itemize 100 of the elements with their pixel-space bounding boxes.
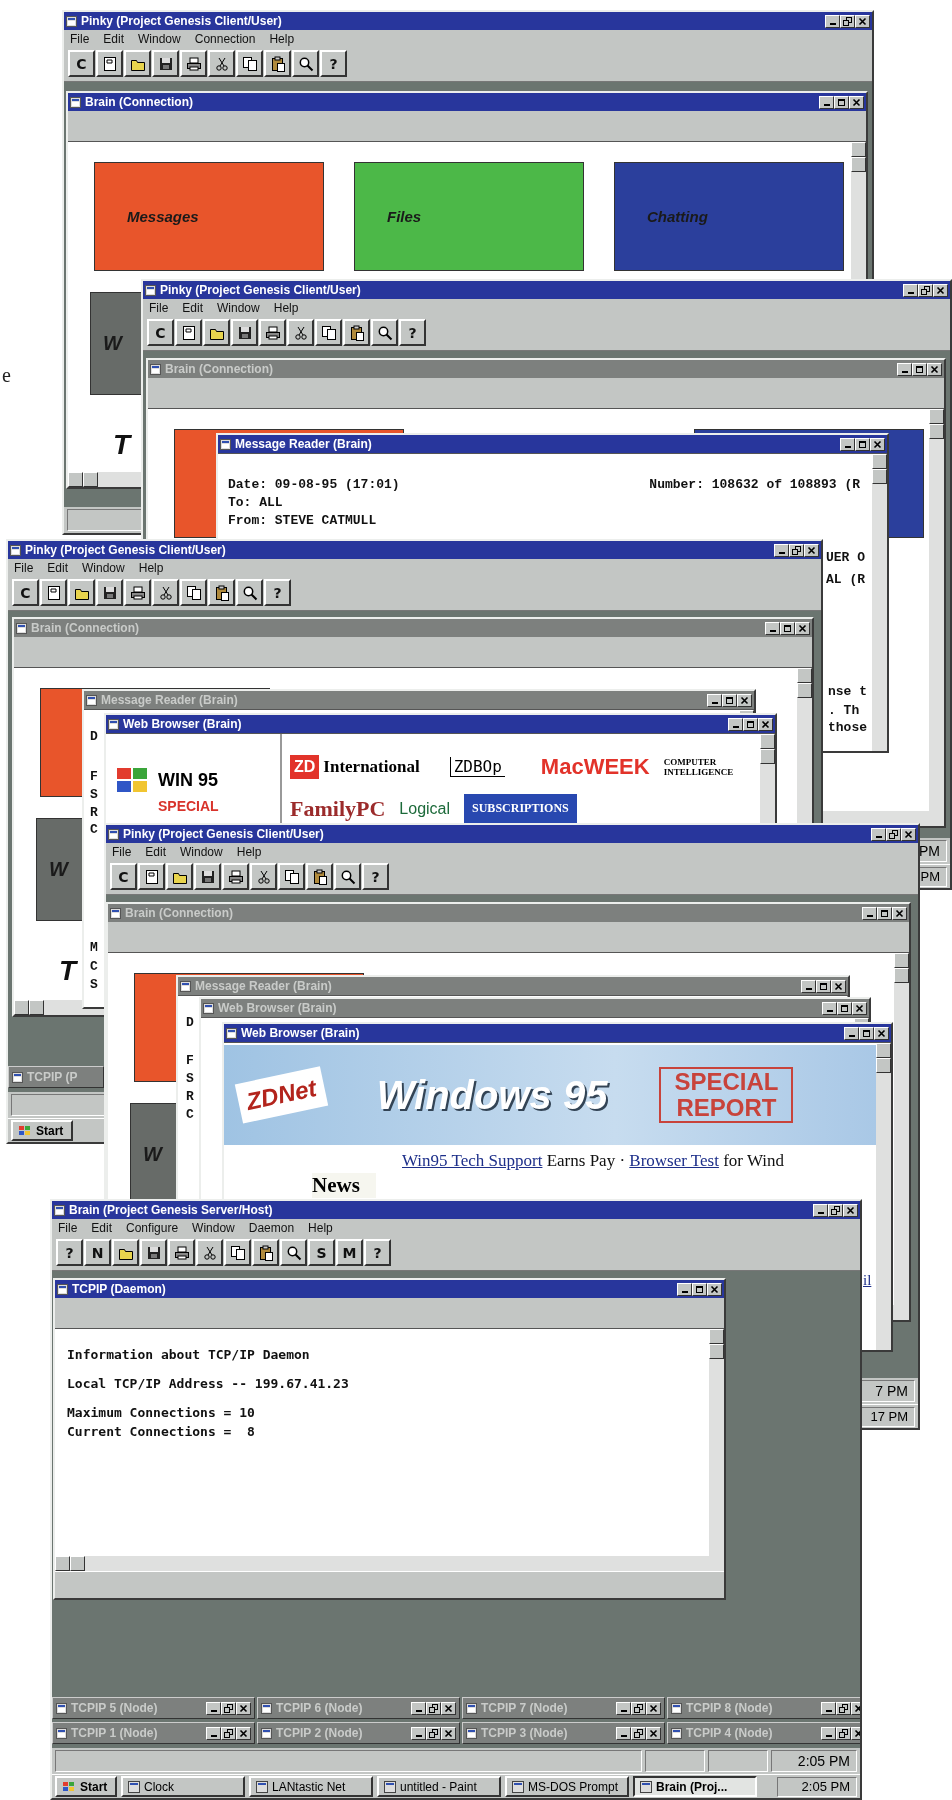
toolbar-button[interactable]: [236, 50, 263, 77]
close-button[interactable]: [236, 1726, 251, 1740]
minimize-button[interactable]: [844, 1026, 859, 1040]
toolbar-button[interactable]: [96, 579, 123, 606]
minimize-button[interactable]: [206, 1701, 221, 1715]
toolbar-button[interactable]: [175, 319, 202, 346]
restore-button[interactable]: [631, 1701, 646, 1715]
close-button[interactable]: [843, 1203, 858, 1217]
toolbar-button[interactable]: C: [12, 579, 39, 606]
minimize-button[interactable]: [821, 1701, 836, 1715]
toolbar-button[interactable]: ?: [399, 319, 426, 346]
maximize-button[interactable]: [859, 1026, 874, 1040]
maximize-button[interactable]: [816, 979, 831, 993]
vertical-scrollbar[interactable]: [709, 1329, 724, 1556]
restore-button[interactable]: [840, 14, 855, 28]
menu-item[interactable]: File: [14, 561, 34, 575]
close-button[interactable]: [441, 1701, 456, 1715]
menu-item[interactable]: Daemon: [248, 1221, 295, 1235]
toolbar-button[interactable]: [180, 50, 207, 77]
start-button[interactable]: Start: [11, 1120, 73, 1141]
close-button[interactable]: [737, 693, 752, 707]
vertical-scrollbar[interactable]: [929, 409, 944, 811]
taskbar-button[interactable]: LANtastic Net: [249, 1776, 373, 1797]
link[interactable]: Win95 Tech Support: [402, 1151, 543, 1170]
restore-button[interactable]: [836, 1701, 851, 1715]
maximize-button[interactable]: [743, 717, 758, 731]
menu-item[interactable]: Window: [192, 1221, 235, 1235]
toolbar-button[interactable]: M: [336, 1239, 363, 1266]
menu-item[interactable]: Help: [236, 845, 262, 859]
restore-button[interactable]: [886, 827, 901, 841]
menu-item[interactable]: Window: [217, 301, 260, 315]
minimize-button[interactable]: [677, 1282, 692, 1296]
restore-button[interactable]: [221, 1701, 236, 1715]
toolbar-button[interactable]: [140, 1239, 167, 1266]
close-button[interactable]: [927, 362, 942, 376]
close-button[interactable]: [646, 1701, 661, 1715]
minimize-button[interactable]: [825, 14, 840, 28]
taskbar-button[interactable]: Brain (Proj...: [633, 1776, 757, 1797]
close-button[interactable]: [874, 1026, 889, 1040]
close-button[interactable]: [852, 1001, 867, 1015]
toolbar-button[interactable]: [40, 579, 67, 606]
toolbar-button[interactable]: [224, 1239, 251, 1266]
toolbar-button[interactable]: [138, 863, 165, 890]
toolbar-button[interactable]: [264, 50, 291, 77]
toolbar-button[interactable]: [292, 50, 319, 77]
menu-tile[interactable]: Messages: [94, 162, 324, 271]
close-button[interactable]: [804, 543, 819, 557]
menu-item[interactable]: Window: [82, 561, 125, 575]
menu-item[interactable]: Edit: [145, 845, 167, 859]
toolbar-button[interactable]: [208, 579, 235, 606]
menu-item[interactable]: Window: [138, 32, 181, 46]
taskbar-button[interactable]: untitled - Paint: [377, 1776, 501, 1797]
menu-tile[interactable]: Files: [354, 162, 584, 271]
menu-item[interactable]: Edit: [91, 1221, 113, 1235]
maximize-button[interactable]: [692, 1282, 707, 1296]
minimize-button[interactable]: [822, 1001, 837, 1015]
toolbar-button[interactable]: ?: [362, 863, 389, 890]
toolbar-button[interactable]: [252, 1239, 279, 1266]
maximize-button[interactable]: [912, 362, 927, 376]
toolbar-button[interactable]: [236, 579, 263, 606]
close-button[interactable]: [758, 717, 773, 731]
toolbar-button[interactable]: [152, 50, 179, 77]
restore-button[interactable]: [426, 1701, 441, 1715]
toolbar-button[interactable]: [112, 1239, 139, 1266]
menu-item[interactable]: Edit: [47, 561, 69, 575]
menu-item[interactable]: File: [112, 845, 132, 859]
link[interactable]: SUBSCRIPTIONS: [464, 794, 577, 823]
maximize-button[interactable]: [834, 95, 849, 109]
toolbar-button[interactable]: [208, 50, 235, 77]
minimize-button[interactable]: [616, 1726, 631, 1740]
maximize-button[interactable]: [837, 1001, 852, 1015]
close-button[interactable]: [831, 979, 846, 993]
menu-item[interactable]: Help: [308, 1221, 333, 1235]
menu-item[interactable]: Edit: [182, 301, 204, 315]
toolbar-button[interactable]: [194, 863, 221, 890]
vertical-scrollbar[interactable]: [872, 454, 887, 751]
close-button[interactable]: [855, 14, 870, 28]
maximize-button[interactable]: [855, 437, 870, 451]
toolbar-button[interactable]: [280, 1239, 307, 1266]
restore-button[interactable]: [426, 1726, 441, 1740]
toolbar-button[interactable]: [96, 50, 123, 77]
restore-button[interactable]: [828, 1203, 843, 1217]
toolbar-button[interactable]: ?: [364, 1239, 391, 1266]
toolbar-button[interactable]: C: [147, 319, 174, 346]
taskbar-button[interactable]: Clock: [121, 1776, 245, 1797]
restore-button[interactable]: [221, 1726, 236, 1740]
menu-item[interactable]: Help: [138, 561, 164, 575]
toolbar-button[interactable]: [222, 863, 249, 890]
minimize-button[interactable]: [862, 906, 877, 920]
close-button[interactable]: [901, 827, 916, 841]
menu-item[interactable]: File: [149, 301, 169, 315]
menu-item[interactable]: Connection: [194, 32, 256, 46]
menu-item[interactable]: Edit: [103, 32, 125, 46]
maximize-button[interactable]: [722, 693, 737, 707]
maximize-button[interactable]: [780, 621, 795, 635]
close-button[interactable]: [646, 1726, 661, 1740]
toolbar-button[interactable]: [334, 863, 361, 890]
menu-item[interactable]: Help: [273, 301, 299, 315]
toolbar-button[interactable]: [68, 579, 95, 606]
restore-button[interactable]: [836, 1726, 851, 1740]
